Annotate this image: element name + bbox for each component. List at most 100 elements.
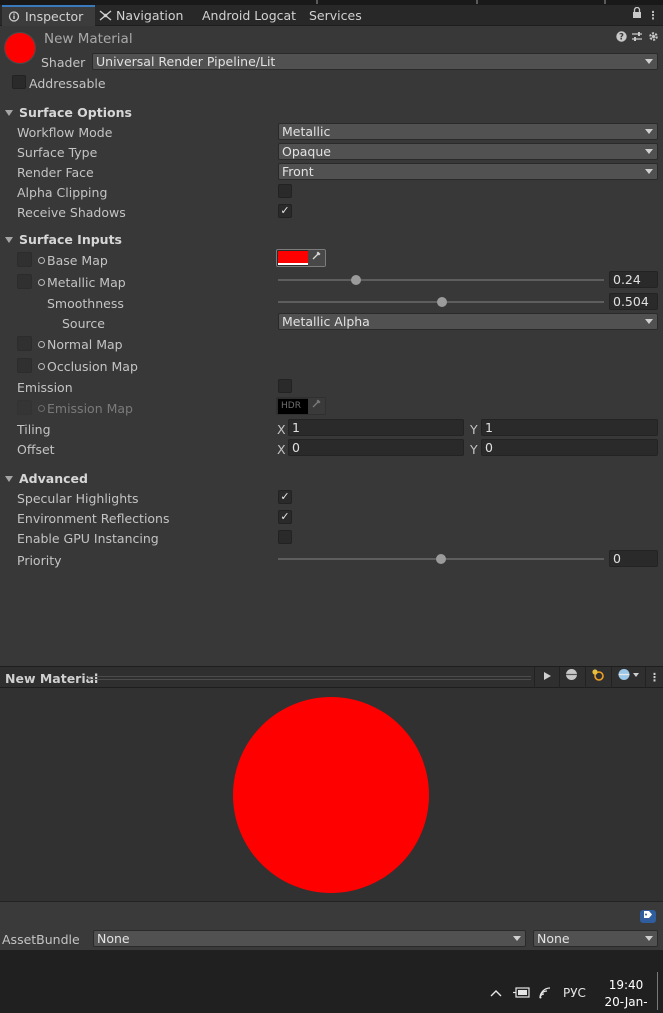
tiling-y-field[interactable]: 1 <box>481 419 658 436</box>
metallic-slider-handle[interactable] <box>351 275 362 285</box>
section-title: Advanced <box>19 471 88 486</box>
offset-x-label: X <box>277 442 286 457</box>
shader-value: Universal Render Pipeline/Lit <box>96 54 276 69</box>
tab-android-logcat[interactable]: Android Logcat <box>202 5 296 26</box>
tab-label: Navigation <box>116 8 184 23</box>
object-picker-icon[interactable] <box>38 279 45 286</box>
surface-type-label: Surface Type <box>17 145 98 160</box>
emission-map-texture-slot <box>17 400 32 415</box>
render-face-dropdown[interactable]: Front <box>278 163 658 180</box>
svg-text:?: ? <box>619 33 624 42</box>
workflow-mode-dropdown[interactable]: Metallic <box>278 123 658 140</box>
priority-value-field[interactable]: 0 <box>609 550 658 567</box>
smoothness-slider-handle[interactable] <box>437 297 448 307</box>
lights-icon[interactable] <box>585 667 609 688</box>
section-advanced[interactable]: Advanced <box>0 471 88 486</box>
shader-dropdown[interactable]: Universal Render Pipeline/Lit <box>92 53 658 70</box>
asset-bundle-variant-dropdown[interactable]: None <box>533 930 658 947</box>
sphere-mesh-icon[interactable] <box>559 667 583 688</box>
metallic-slider-track[interactable] <box>278 279 604 281</box>
navigation-icon <box>99 6 112 21</box>
wifi-icon[interactable] <box>539 987 553 1002</box>
clock-date: 20-Jan-21 <box>604 995 648 1013</box>
preview-toolbar: New Material ⋮ <box>0 666 663 688</box>
specular-highlights-checkbox[interactable]: ✓ <box>278 490 292 504</box>
emission-map-label: Emission Map <box>38 401 133 416</box>
chevron-down-icon <box>645 129 653 134</box>
gpu-instancing-label: Enable GPU Instancing <box>17 531 159 546</box>
help-icon[interactable]: ? <box>615 31 627 45</box>
receive-shadows-checkbox[interactable]: ✓ <box>278 204 292 218</box>
tab-navigation[interactable]: Navigation <box>99 5 183 26</box>
foldout-arrow-icon <box>5 110 13 116</box>
alpha-bar <box>278 263 308 265</box>
offset-y-label: Y <box>470 442 478 457</box>
menu-icon[interactable]: ⋮ <box>647 9 659 22</box>
battery-icon[interactable] <box>513 987 530 1001</box>
occlusion-map-label: Occlusion Map <box>38 359 138 374</box>
tab-inspector[interactable]: Inspector <box>2 5 96 26</box>
chevron-down-icon <box>645 319 653 324</box>
play-icon[interactable] <box>534 667 558 688</box>
alpha-clipping-checkbox[interactable] <box>278 184 292 198</box>
offset-y-field[interactable]: 0 <box>481 439 658 456</box>
base-map-label: Base Map <box>38 253 108 268</box>
material-preview-swatch <box>4 32 36 64</box>
environment-reflections-label: Environment Reflections <box>17 511 170 526</box>
material-preview-area[interactable] <box>0 688 663 901</box>
lock-icon[interactable] <box>632 6 644 22</box>
section-surface-options[interactable]: Surface Options <box>0 105 132 120</box>
tab-label: Inspector <box>25 9 84 24</box>
addressable-label: Addressable <box>29 76 106 91</box>
preview-shape-dropdown-icon[interactable] <box>611 667 645 688</box>
chevron-down-icon <box>645 936 653 941</box>
label-text: Normal Map <box>47 337 123 352</box>
language-indicator[interactable]: РУС <box>563 986 586 1000</box>
show-desktop-divider[interactable] <box>657 972 658 1010</box>
chevron-down-icon <box>645 169 653 174</box>
gpu-instancing-checkbox[interactable] <box>278 530 292 544</box>
preview-resize-handle[interactable] <box>88 676 531 680</box>
section-surface-inputs[interactable]: Surface Inputs <box>0 232 122 247</box>
base-map-texture-slot[interactable] <box>17 252 32 267</box>
occlusion-map-texture-slot[interactable] <box>17 358 32 373</box>
tag-icon[interactable] <box>640 910 656 923</box>
foldout-arrow-icon <box>5 476 13 482</box>
tab-services[interactable]: Services <box>309 5 362 26</box>
check-icon: ✓ <box>280 204 290 217</box>
base-map-color-field[interactable] <box>276 249 326 267</box>
object-picker-icon[interactable] <box>38 257 45 264</box>
emission-checkbox[interactable] <box>278 379 292 393</box>
offset-x-field[interactable]: 0 <box>288 439 464 456</box>
preview-sphere[interactable] <box>233 697 429 893</box>
more-icon[interactable]: ⋮ <box>645 667 663 688</box>
color-swatch <box>278 251 308 263</box>
clock[interactable]: 19:40 20-Jan-21 <box>598 977 654 1013</box>
label-text: Emission Map <box>47 401 133 416</box>
smoothness-value-field[interactable]: 0.504 <box>609 293 658 310</box>
workflow-mode-label: Workflow Mode <box>17 125 113 140</box>
metallic-map-texture-slot[interactable] <box>17 274 32 289</box>
smoothness-source-dropdown[interactable]: Metallic Alpha <box>278 313 658 330</box>
tiling-x-field[interactable]: 1 <box>288 419 464 436</box>
dropdown-value: Opaque <box>282 144 331 159</box>
settings-sliders-icon[interactable] <box>631 31 643 45</box>
object-picker-icon[interactable] <box>38 341 45 348</box>
metallic-value-field[interactable]: 0.24 <box>609 271 658 288</box>
surface-type-dropdown[interactable]: Opaque <box>278 143 658 160</box>
environment-reflections-checkbox[interactable]: ✓ <box>278 510 292 524</box>
object-picker-icon <box>38 405 45 412</box>
object-picker-icon[interactable] <box>38 363 45 370</box>
eyedropper-icon <box>308 398 325 414</box>
priority-slider-handle[interactable] <box>436 554 446 564</box>
material-title[interactable]: New Material <box>44 31 133 47</box>
eyedropper-icon[interactable] <box>308 250 325 266</box>
chevron-up-icon[interactable] <box>490 987 502 1001</box>
source-label: Source <box>62 316 105 331</box>
gear-icon[interactable] <box>647 31 659 45</box>
normal-map-texture-slot[interactable] <box>17 336 32 351</box>
addressable-checkbox[interactable] <box>12 75 26 89</box>
asset-bundle-name-dropdown[interactable]: None <box>93 930 526 947</box>
section-title: Surface Options <box>19 105 132 120</box>
specular-highlights-label: Specular Highlights <box>17 491 139 506</box>
